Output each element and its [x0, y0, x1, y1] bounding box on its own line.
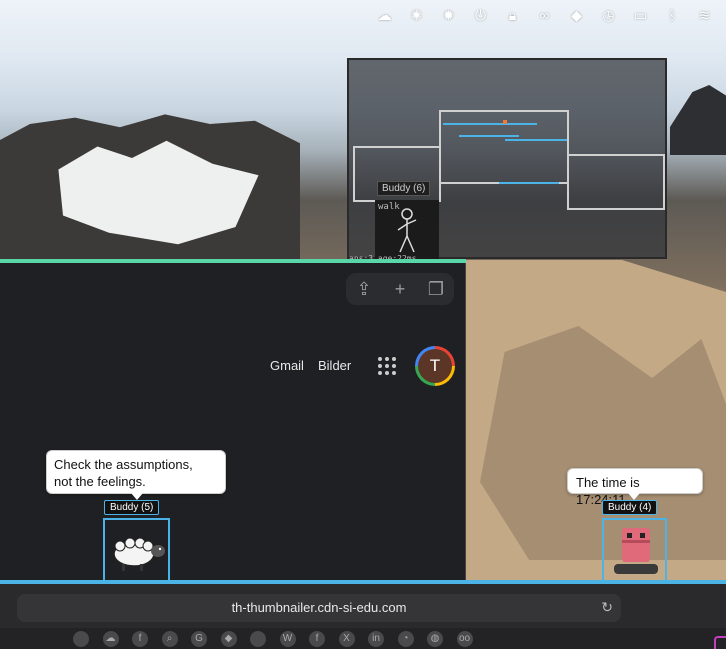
cloud-bookmark-icon[interactable]: ☁ [102, 630, 119, 647]
buddy-robot[interactable] [602, 518, 667, 582]
apps-grid-icon[interactable] [378, 357, 396, 375]
account-avatar[interactable]: T [415, 346, 455, 386]
sheep-icon [113, 537, 165, 571]
tabs-overview-icon[interactable]: ❐ [422, 275, 450, 303]
bubble-line: Check the assumptions, [54, 457, 193, 472]
openai-icon[interactable]: ✺ [403, 4, 430, 26]
cube-icon[interactable]: ◆ [563, 4, 590, 26]
reload-icon[interactable]: ↻ [601, 599, 613, 616]
power-icon[interactable]: ⏻ [467, 4, 494, 26]
bluetooth-icon[interactable]: ᛒ [659, 4, 686, 26]
flipboard-icon[interactable]: f [132, 630, 148, 647]
buddy-preview-overlay[interactable]: Buddy (6) walk ans:3 age:22ms [347, 58, 667, 263]
overlay-walk-text: walk [378, 202, 400, 212]
facebook-icon[interactable]: f [309, 630, 325, 647]
buddy-speech-bubble-right: The time is 17:24:11. [567, 468, 703, 507]
buddy-sheep[interactable] [103, 518, 170, 582]
bubble-line: not the feelings. [54, 474, 146, 489]
buddy-label-right: Buddy (4) [602, 500, 658, 515]
cloud-icon[interactable]: ☁ [371, 4, 398, 26]
apple-icon[interactable] [73, 630, 89, 647]
wallpaper-peak [670, 85, 726, 155]
battery-icon[interactable]: ▭ [627, 4, 654, 26]
google-icon[interactable]: G [191, 630, 207, 647]
preview-dot [503, 120, 507, 124]
preview-line [459, 135, 519, 137]
url-field[interactable]: th-thumbnailer.cdn-si-edu.com ↻ [17, 594, 621, 622]
address-bar: th-thumbnailer.cdn-si-edu.com ↻ [0, 584, 726, 628]
url-text: th-thumbnailer.cdn-si-edu.com [231, 600, 407, 615]
linkedin-icon[interactable]: in [368, 630, 384, 647]
toolbar-group: ⇪ + ❐ [346, 273, 454, 305]
preview-line [499, 182, 559, 184]
avatar-letter: T [418, 349, 452, 383]
share-icon[interactable]: ⇪ [350, 275, 378, 303]
images-link[interactable]: Bilder [318, 358, 351, 373]
globe-icon[interactable]: ◍ [427, 630, 443, 647]
chart-bookmark-icon[interactable]: ◔ [397, 630, 414, 647]
buddy-speech-bubble-left: Check the assumptions, not the feelings. [46, 450, 226, 500]
preview-line [443, 123, 537, 125]
stick-figure-icon [397, 208, 417, 253]
wifi-icon[interactable]: ≋ [691, 4, 718, 26]
preview-line [505, 139, 567, 141]
window-corner [714, 636, 726, 649]
cube-bookmark-icon[interactable]: ◆ [220, 630, 237, 647]
gmail-link[interactable]: Gmail [270, 358, 304, 373]
wikipedia-icon[interactable]: W [279, 630, 296, 647]
bug-icon[interactable]: ✹ [435, 4, 462, 26]
bookmark-icon[interactable] [250, 630, 266, 647]
lock-icon[interactable]: 🔒︎ [499, 4, 526, 26]
plus-icon[interactable]: + [386, 275, 414, 303]
x-icon[interactable]: X [338, 630, 355, 647]
buddy-label-left: Buddy (5) [104, 500, 160, 515]
favorites-bar: ☁ f ⌕ G ◆ W f X in ◔ ◍ oo [0, 628, 726, 649]
preview-window-box [567, 154, 665, 210]
overlay-buddy-label: Buddy (6) [377, 181, 431, 196]
menu-bar: ☁ ✺ ✹ ⏻ 🔒︎ ∞ ◆ ◷ ▭ ᛒ ≋ [298, 0, 726, 30]
robot-icon [614, 528, 658, 574]
browser-window: ⇪ + ❐ Gmail Bilder T [0, 263, 466, 581]
tripadvisor-icon[interactable]: oo [456, 630, 473, 647]
glasses-icon[interactable]: ∞ [531, 4, 558, 26]
search-bookmark-icon[interactable]: ⌕ [161, 630, 178, 647]
clock-icon[interactable]: ◷ [595, 4, 622, 26]
